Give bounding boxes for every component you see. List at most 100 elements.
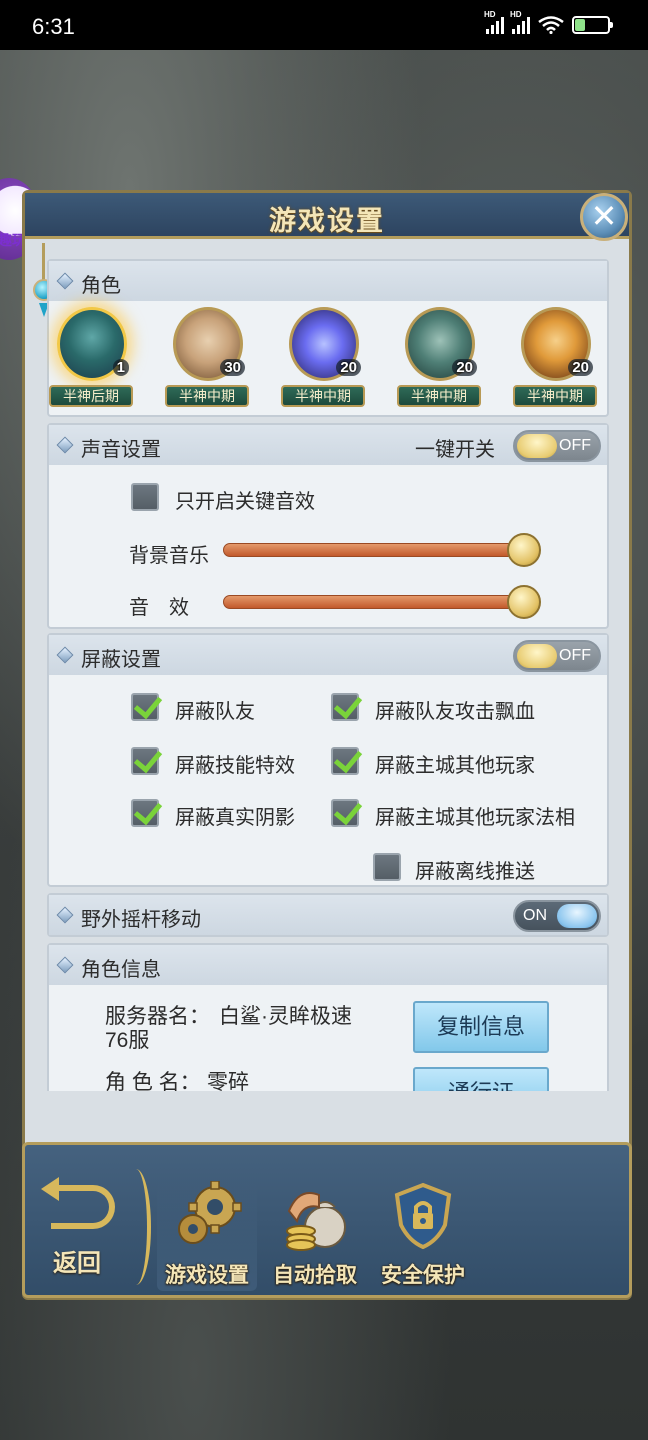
toggle-state: ON <box>523 907 547 924</box>
shield-shadows-checkbox[interactable] <box>131 799 159 827</box>
server-name-value: 白鲨·灵眸极速 <box>219 1005 352 1028</box>
role-stage: 半神中期 <box>281 385 365 407</box>
bgm-label: 背景音乐 <box>129 545 209 567</box>
role-info-section-header: 角色信息 <box>49 945 607 985</box>
status-time: 6:31 <box>32 14 75 39</box>
role-slot-5[interactable]: 20 半神中期 <box>513 307 597 411</box>
settings-panel: 游戏设置 ✕ 角色 1 半神后期 30 半神中期 20 半神中期 20 半神中期… <box>22 190 632 1300</box>
joystick-section: 野外摇杆移动 ON <box>47 893 609 937</box>
sfx-label: 音 效 <box>129 597 189 619</box>
bgm-slider-handle[interactable] <box>507 533 541 567</box>
master-sound-toggle[interactable]: OFF <box>513 430 601 462</box>
role-info-section-title: 角色信息 <box>81 959 161 981</box>
return-arrow-icon <box>41 1177 115 1229</box>
roles-section-header: 角色 <box>49 261 607 301</box>
shield-toggle[interactable]: OFF <box>513 640 601 672</box>
role-name-value: 零碎 <box>207 1071 249 1091</box>
status-icons: HD HD 30 <box>484 10 613 34</box>
passport-button[interactable]: 通行证 <box>413 1067 549 1091</box>
tab-label: 游戏设置 <box>165 1264 249 1287</box>
shield-section-title: 屏蔽设置 <box>81 649 161 671</box>
toggle-state: OFF <box>559 647 591 664</box>
role-stage: 半神中期 <box>165 385 249 407</box>
diamond-icon <box>56 646 74 664</box>
diamond-icon <box>56 956 74 974</box>
shield-option-label: 屏蔽队友 <box>175 701 255 723</box>
shield-city-avatars-checkbox[interactable] <box>331 799 359 827</box>
money-bag-icon <box>286 1192 346 1251</box>
joystick-toggle[interactable]: ON <box>513 900 601 932</box>
signal-icon-2: HD <box>510 10 530 34</box>
close-icon: ✕ <box>590 198 618 234</box>
diamond-icon <box>56 436 74 454</box>
role-name-label: 角 色 名： <box>105 1071 201 1091</box>
tab-game-settings[interactable]: 游戏设置 <box>157 1181 257 1291</box>
role-stage: 半神中期 <box>513 385 597 407</box>
master-sound-label: 一键开关 <box>415 439 495 461</box>
tab-label: 自动拾取 <box>273 1264 357 1287</box>
role-stage: 半神中期 <box>397 385 481 407</box>
settings-scroll-area[interactable]: 角色 1 半神后期 30 半神中期 20 半神中期 20 半神中期 20 半神中… <box>47 259 609 1091</box>
shield-option-label: 屏蔽主城其他玩家法相 <box>375 807 575 829</box>
sfx-slider-handle[interactable] <box>507 585 541 619</box>
shield-option-label: 屏蔽真实阴影 <box>175 807 295 829</box>
roles-section-title: 角色 <box>81 275 121 297</box>
wifi-icon <box>538 16 564 34</box>
sfx-slider-track[interactable] <box>223 595 523 609</box>
shield-team-damage-checkbox[interactable] <box>331 693 359 721</box>
toggle-knob <box>557 904 597 928</box>
sound-section: 声音设置 一键开关 OFF 只开启关键音效 背景音乐 音 效 <box>47 423 609 629</box>
battery-icon: 30 <box>572 16 613 34</box>
tab-security[interactable]: 安全保护 <box>373 1181 473 1291</box>
role-slot-1[interactable]: 1 半神后期 <box>49 307 133 411</box>
role-level: 20 <box>336 359 361 376</box>
battery-level: 30 <box>584 19 598 31</box>
toggle-knob <box>517 434 557 458</box>
roles-section: 角色 1 半神后期 30 半神中期 20 半神中期 20 半神中期 20 半神中… <box>47 259 609 417</box>
panel-title: 游戏设置 <box>269 206 385 236</box>
server-name-value-line2: 76服 <box>105 1029 150 1052</box>
shield-city-players-checkbox[interactable] <box>331 747 359 775</box>
shield-teammates-checkbox[interactable] <box>131 693 159 721</box>
roles-list: 1 半神后期 30 半神中期 20 半神中期 20 半神中期 20 半神中期 <box>49 301 609 415</box>
role-stage: 半神后期 <box>49 385 133 407</box>
back-label: 返回 <box>53 1250 101 1277</box>
gears-icon <box>178 1181 242 1244</box>
shield-option-label: 屏蔽队友攻击飘血 <box>375 701 535 723</box>
joystick-section-title: 野外摇杆移动 <box>81 909 201 931</box>
shield-offline-push-checkbox[interactable] <box>373 853 401 881</box>
nav-divider <box>121 1169 151 1285</box>
shield-option-label: 屏蔽离线推送 <box>415 861 535 883</box>
shield-lock-icon <box>394 1182 452 1250</box>
back-button[interactable]: 返回 <box>41 1177 125 1285</box>
panel-header: 游戏设置 ✕ <box>25 193 629 241</box>
bgm-slider-track[interactable] <box>223 543 523 557</box>
role-level: 1 <box>112 359 129 376</box>
bottom-nav-bar: 返回 游戏设置 自动拾取 安全保护 <box>22 1142 632 1298</box>
key-sound-only-label: 只开启关键音效 <box>175 491 315 513</box>
shield-option-label: 屏蔽技能特效 <box>175 755 295 777</box>
shield-skill-effects-checkbox[interactable] <box>131 747 159 775</box>
tab-auto-pickup[interactable]: 自动拾取 <box>265 1181 365 1291</box>
key-sound-only-checkbox[interactable] <box>131 483 159 511</box>
shield-section: 屏蔽设置 OFF 屏蔽队友 屏蔽队友攻击飘血 屏蔽技能特效 屏蔽主城其他玩家 屏… <box>47 633 609 887</box>
shield-option-label: 屏蔽主城其他玩家 <box>375 755 535 777</box>
role-info-section: 角色信息 服务器名： 白鲨·灵眸极速 76服 角 色 名： 零碎 复制信息 通行… <box>47 943 609 1091</box>
status-bar: 6:31 HD HD 30 <box>0 0 648 50</box>
role-level: 30 <box>220 359 245 376</box>
role-slot-4[interactable]: 20 半神中期 <box>397 307 481 411</box>
sound-section-title: 声音设置 <box>81 439 161 461</box>
tab-label: 安全保护 <box>381 1264 465 1287</box>
server-name-label: 服务器名： <box>105 1005 210 1028</box>
role-slot-2[interactable]: 30 半神中期 <box>165 307 249 411</box>
role-level: 20 <box>568 359 593 376</box>
toggle-knob <box>517 644 557 668</box>
close-button[interactable]: ✕ <box>580 193 628 241</box>
role-level: 20 <box>452 359 477 376</box>
diamond-icon <box>56 906 74 924</box>
toggle-state: OFF <box>559 437 591 454</box>
role-slot-3[interactable]: 20 半神中期 <box>281 307 365 411</box>
copy-info-button[interactable]: 复制信息 <box>413 1001 549 1053</box>
joystick-section-header: 野外摇杆移动 ON <box>49 895 607 935</box>
signal-icon: HD <box>484 10 504 34</box>
